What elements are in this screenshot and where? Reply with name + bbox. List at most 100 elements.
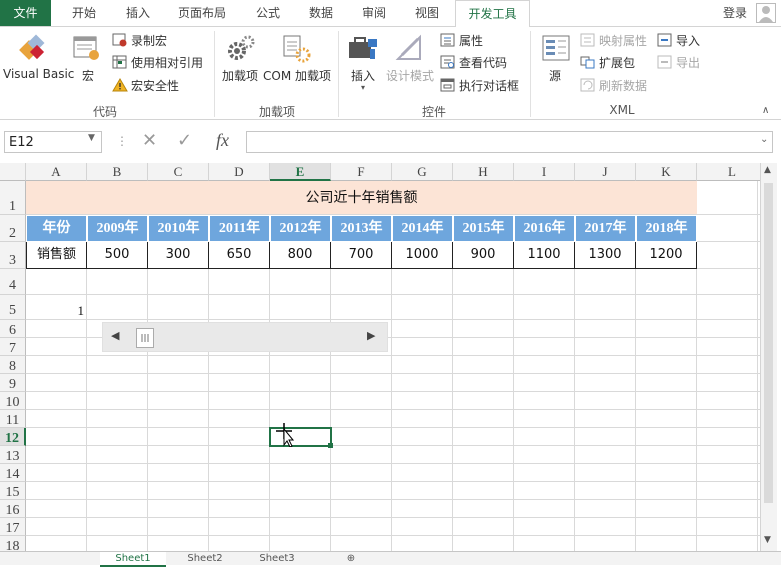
addins-gear-icon[interactable]: [226, 33, 256, 63]
column-header[interactable]: A: [26, 163, 87, 181]
scroll-left-arrow-icon[interactable]: ◀: [111, 329, 119, 342]
header-cell-year[interactable]: 2011年: [209, 215, 270, 242]
addins-button[interactable]: 加载项: [222, 67, 258, 84]
data-cell[interactable]: 1200: [636, 242, 697, 269]
column-header[interactable]: K: [636, 163, 697, 181]
row-header[interactable]: 7: [0, 338, 26, 356]
row-header[interactable]: 4: [0, 269, 26, 295]
header-cell-year[interactable]: 2014年: [392, 215, 453, 242]
tab-file[interactable]: 文件: [0, 0, 51, 26]
column-header[interactable]: B: [87, 163, 148, 181]
tab-home[interactable]: 开始: [58, 0, 110, 26]
column-header[interactable]: G: [392, 163, 453, 181]
worksheet-grid[interactable]: A B C D E F G H I J K L 1 2 3 4 5 6 7 8 …: [0, 163, 768, 551]
view-code-button[interactable]: 查看代码: [459, 54, 507, 71]
row-header[interactable]: 2: [0, 215, 26, 242]
sheet-tab-active[interactable]: Sheet1: [100, 552, 166, 567]
login-link[interactable]: 登录: [716, 0, 754, 26]
header-cell-year[interactable]: 2009年: [87, 215, 148, 242]
macros-button[interactable]: 宏: [82, 67, 94, 84]
row-header[interactable]: 15: [0, 482, 26, 500]
import-button[interactable]: 导入: [676, 32, 700, 49]
run-dialog-button[interactable]: 执行对话框: [459, 77, 519, 94]
header-cell-year[interactable]: 2016年: [514, 215, 575, 242]
com-addins-button[interactable]: COM 加载项: [263, 67, 331, 84]
tab-view[interactable]: 视图: [402, 0, 452, 26]
row-header[interactable]: 13: [0, 446, 26, 464]
row-header[interactable]: 9: [0, 374, 26, 392]
data-cell[interactable]: 500: [87, 242, 148, 269]
record-macro-button[interactable]: 录制宏: [131, 32, 167, 49]
sheet-tab[interactable]: Sheet3: [244, 552, 310, 565]
name-box-dropdown-icon[interactable]: ▼: [88, 133, 95, 143]
header-cell-year[interactable]: 2017年: [575, 215, 636, 242]
data-cell[interactable]: 1100: [514, 242, 575, 269]
xml-source-icon[interactable]: [541, 33, 571, 63]
column-header[interactable]: C: [148, 163, 209, 181]
tab-review[interactable]: 审阅: [350, 0, 398, 26]
scrollbar-thumb[interactable]: [136, 328, 154, 348]
tab-data[interactable]: 数据: [296, 0, 346, 26]
fill-handle[interactable]: [328, 443, 333, 448]
tab-insert[interactable]: 插入: [112, 0, 164, 26]
column-header-selected[interactable]: E: [270, 163, 331, 181]
column-header[interactable]: H: [453, 163, 514, 181]
add-sheet-icon[interactable]: ⊕: [344, 552, 358, 565]
scroll-right-arrow-icon[interactable]: ▶: [367, 329, 375, 342]
column-header[interactable]: L: [697, 163, 768, 181]
row-header[interactable]: 5: [0, 295, 26, 320]
row-header[interactable]: 10: [0, 392, 26, 410]
formula-input[interactable]: [246, 131, 773, 153]
refresh-data-button[interactable]: 刷新数据: [599, 77, 647, 94]
enter-check-icon[interactable]: ✓: [177, 130, 192, 151]
data-cell[interactable]: 700: [331, 242, 392, 269]
macro-security-button[interactable]: 宏安全性: [131, 77, 179, 94]
expansion-packs-button[interactable]: 扩展包: [599, 54, 635, 71]
row-header[interactable]: 6: [0, 320, 26, 338]
macros-icon[interactable]: [72, 33, 102, 63]
tab-page-layout[interactable]: 页面布局: [166, 0, 238, 26]
column-header[interactable]: J: [575, 163, 636, 181]
scrollbar-form-control[interactable]: ◀ ▶: [102, 322, 388, 352]
tab-formulas[interactable]: 公式: [244, 0, 292, 26]
vertical-scrollbar[interactable]: ▲ ▼: [760, 163, 777, 551]
header-cell-year[interactable]: 2010年: [148, 215, 209, 242]
data-cell[interactable]: 650: [209, 242, 270, 269]
relative-reference-button[interactable]: 使用相对引用: [131, 54, 203, 71]
vertical-scroll-thumb[interactable]: [764, 183, 773, 503]
row-header[interactable]: 18: [0, 536, 26, 551]
row-header[interactable]: 11: [0, 410, 26, 428]
data-cell[interactable]: 1300: [575, 242, 636, 269]
properties-button[interactable]: 属性: [459, 32, 483, 49]
data-cell[interactable]: 900: [453, 242, 514, 269]
export-button[interactable]: 导出: [676, 54, 700, 71]
user-avatar-icon[interactable]: [756, 3, 776, 23]
header-cell-year-label[interactable]: 年份: [26, 215, 87, 242]
map-properties-button[interactable]: 映射属性: [599, 32, 647, 49]
xml-source-button[interactable]: 源: [549, 67, 561, 84]
collapse-ribbon-icon[interactable]: ∧: [762, 105, 769, 116]
row-header[interactable]: 3: [0, 242, 26, 269]
insert-function-icon[interactable]: fx: [216, 130, 229, 151]
cancel-icon[interactable]: ✕: [142, 130, 157, 151]
column-header[interactable]: D: [209, 163, 270, 181]
row-header[interactable]: 16: [0, 500, 26, 518]
cell-a5[interactable]: 1: [26, 303, 85, 319]
header-cell-year[interactable]: 2012年: [270, 215, 331, 242]
design-mode-icon[interactable]: [394, 33, 424, 63]
visual-basic-button[interactable]: Visual Basic: [3, 67, 74, 81]
com-addins-icon[interactable]: [281, 33, 311, 63]
toolbox-icon[interactable]: [346, 33, 380, 63]
sheet-title-cell[interactable]: 公司近十年销售额: [26, 181, 697, 215]
expand-formula-bar-icon[interactable]: ⌄: [760, 134, 768, 145]
row-header[interactable]: 1: [0, 181, 26, 215]
scroll-up-arrow-icon[interactable]: ▲: [764, 165, 771, 175]
sheet-tab[interactable]: Sheet2: [172, 552, 238, 565]
row-header-selected[interactable]: 12: [0, 428, 26, 446]
row-header[interactable]: 8: [0, 356, 26, 374]
insert-control-button[interactable]: 插入: [351, 67, 375, 84]
row-header[interactable]: 14: [0, 464, 26, 482]
data-cell[interactable]: 800: [270, 242, 331, 269]
header-cell-year[interactable]: 2015年: [453, 215, 514, 242]
row-header[interactable]: 17: [0, 518, 26, 536]
